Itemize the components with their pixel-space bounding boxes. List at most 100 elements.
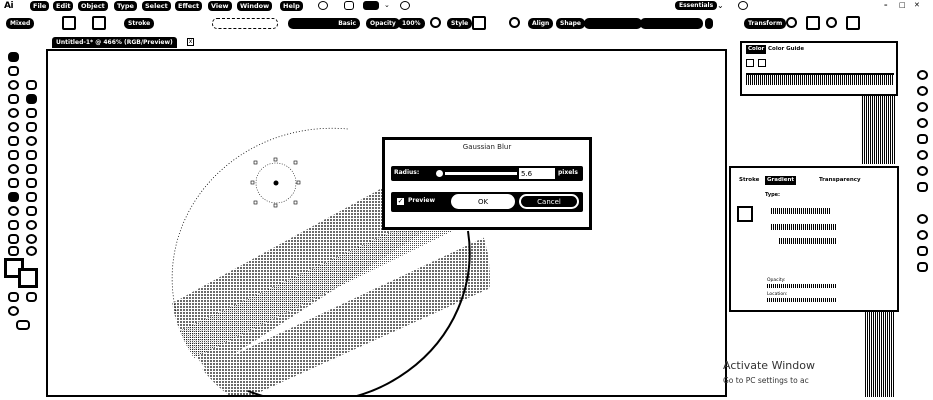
rotate-tool-icon[interactable] — [26, 150, 37, 160]
radius-slider-handle[interactable] — [436, 170, 443, 177]
globe-icon[interactable] — [509, 17, 520, 28]
stroke-swatch[interactable] — [92, 16, 106, 30]
variable-width-profile[interactable] — [212, 18, 278, 29]
menu-select[interactable]: Select — [142, 1, 171, 11]
shape-builder-tool-icon[interactable] — [26, 178, 37, 188]
menu-edit[interactable]: Edit — [53, 1, 74, 11]
graphic-style-swatch[interactable] — [472, 16, 486, 30]
stroke-color-swatch[interactable] — [18, 268, 38, 288]
rectangle-tool-icon[interactable] — [8, 122, 19, 132]
curvature-tool-icon[interactable] — [26, 94, 37, 104]
width-tool-icon[interactable] — [26, 164, 37, 174]
draw-mode-icon[interactable] — [8, 306, 19, 316]
gradient-tool-icon[interactable] — [8, 206, 19, 216]
document-tab[interactable]: Untitled-1* @ 466% (RGB/Preview) — [52, 37, 177, 48]
pencil-tool-icon[interactable] — [26, 136, 37, 146]
search-help-icon[interactable] — [738, 1, 748, 10]
x-field[interactable] — [584, 18, 642, 29]
brushes-panel-icon[interactable] — [917, 102, 928, 112]
tab-color[interactable]: Color — [746, 45, 767, 54]
style-label[interactable]: Style — [447, 18, 473, 29]
blend-tool-icon[interactable] — [8, 220, 19, 230]
fill-swatch[interactable] — [62, 16, 76, 30]
selection-tool-icon[interactable] — [8, 52, 19, 62]
menu-help[interactable]: Help — [280, 1, 303, 11]
layers-panel-icon[interactable] — [917, 166, 928, 176]
gradient-swatch[interactable] — [737, 206, 753, 222]
align-label[interactable]: Align — [528, 18, 554, 29]
align-panel-icon[interactable] — [917, 246, 928, 256]
menu-view[interactable]: View — [208, 1, 232, 11]
eyedropper-tool-icon[interactable] — [26, 206, 37, 216]
y-field[interactable] — [640, 18, 703, 29]
graphic-styles-panel-icon[interactable] — [917, 134, 928, 144]
stock-icon[interactable] — [344, 1, 354, 10]
menu-effect[interactable]: Effect — [175, 1, 203, 11]
tab-color-guide[interactable]: Color Guide — [766, 45, 806, 54]
gradient-aspect-controls[interactable] — [779, 238, 837, 244]
zoom-tool-icon[interactable] — [26, 246, 37, 256]
select-similar-icon[interactable] — [826, 17, 837, 28]
isolate-icon[interactable] — [786, 17, 797, 28]
magic-wand-tool-icon[interactable] — [8, 80, 19, 90]
gradient-angle-controls[interactable] — [771, 224, 837, 230]
tab-stroke[interactable]: Stroke — [737, 176, 761, 185]
direct-selection-tool-icon[interactable] — [8, 66, 19, 76]
radius-slider-track[interactable] — [445, 172, 517, 175]
free-transform-tool-icon[interactable] — [8, 178, 19, 188]
cancel-button[interactable]: Cancel — [519, 194, 579, 209]
sync-icon[interactable] — [400, 1, 410, 10]
pathfinder-panel-icon[interactable] — [917, 262, 928, 272]
screen-mode-icon[interactable] — [16, 320, 30, 330]
brush-definition[interactable]: Basic — [288, 18, 360, 29]
close-icon[interactable]: ✕ — [914, 1, 924, 10]
preview-checkbox[interactable]: ✓ — [396, 197, 405, 206]
menu-file[interactable]: File — [30, 1, 50, 11]
maximize-icon[interactable]: □ — [899, 1, 909, 10]
gradient-type-controls[interactable] — [771, 208, 831, 214]
opacity-value[interactable]: 100% — [398, 18, 425, 29]
ok-button[interactable]: OK — [451, 194, 515, 209]
color-mode-icon[interactable] — [8, 292, 19, 302]
eraser-tool-icon[interactable] — [8, 150, 19, 160]
scale-tool-icon[interactable] — [8, 164, 19, 174]
graph-tool-icon[interactable] — [8, 234, 19, 244]
panel-menu-icon[interactable] — [846, 16, 860, 30]
stroke-panel-icon[interactable] — [917, 182, 928, 192]
paintbrush-tool-icon[interactable] — [26, 122, 37, 132]
recolor-icon[interactable] — [430, 17, 441, 28]
line-tool-icon[interactable] — [26, 108, 37, 118]
transparency-panel-icon[interactable] — [917, 214, 928, 224]
bridge-icon[interactable] — [318, 1, 328, 10]
workspace-switcher[interactable]: Essentials — [675, 1, 718, 10]
chevron-down-icon[interactable]: ⌄ — [384, 1, 394, 10]
color-panel-icon[interactable] — [917, 70, 928, 80]
pen-tool-icon[interactable] — [8, 94, 19, 104]
shaper-tool-icon[interactable] — [8, 136, 19, 146]
menu-type[interactable]: Type — [114, 1, 137, 11]
stroke-swatch-small[interactable] — [758, 59, 766, 67]
gradient-panel-icon[interactable] — [917, 230, 928, 240]
lasso-tool-icon[interactable] — [26, 80, 37, 90]
tab-gradient[interactable]: Gradient — [765, 176, 797, 185]
mesh-tool-icon[interactable] — [26, 192, 37, 202]
menu-window[interactable]: Window — [237, 1, 273, 11]
artboard-tool-icon[interactable] — [26, 234, 37, 244]
menu-object[interactable]: Object — [78, 1, 108, 11]
perspective-grid-tool-icon[interactable] — [8, 192, 19, 202]
shape-label[interactable]: Shape — [556, 18, 586, 29]
tab-transparency[interactable]: Transparency — [817, 176, 863, 185]
fill-swatch-small[interactable] — [746, 59, 754, 67]
swatches-panel-icon[interactable] — [917, 86, 928, 96]
symbol-sprayer-tool-icon[interactable] — [26, 220, 37, 230]
opacity-label[interactable]: Opacity — [366, 18, 400, 29]
symbols-panel-icon[interactable] — [917, 118, 928, 128]
selected-object-bounds[interactable] — [250, 157, 301, 208]
gradient-mode-icon[interactable] — [26, 292, 37, 302]
stroke-label[interactable]: Stroke — [124, 18, 155, 29]
color-spectrum[interactable] — [746, 73, 894, 85]
chevron-down-icon[interactable]: ⌄ — [717, 1, 727, 10]
hand-tool-icon[interactable] — [8, 246, 19, 256]
arrange-documents-icon[interactable] — [363, 1, 379, 10]
close-tab-icon[interactable]: x — [187, 38, 194, 46]
